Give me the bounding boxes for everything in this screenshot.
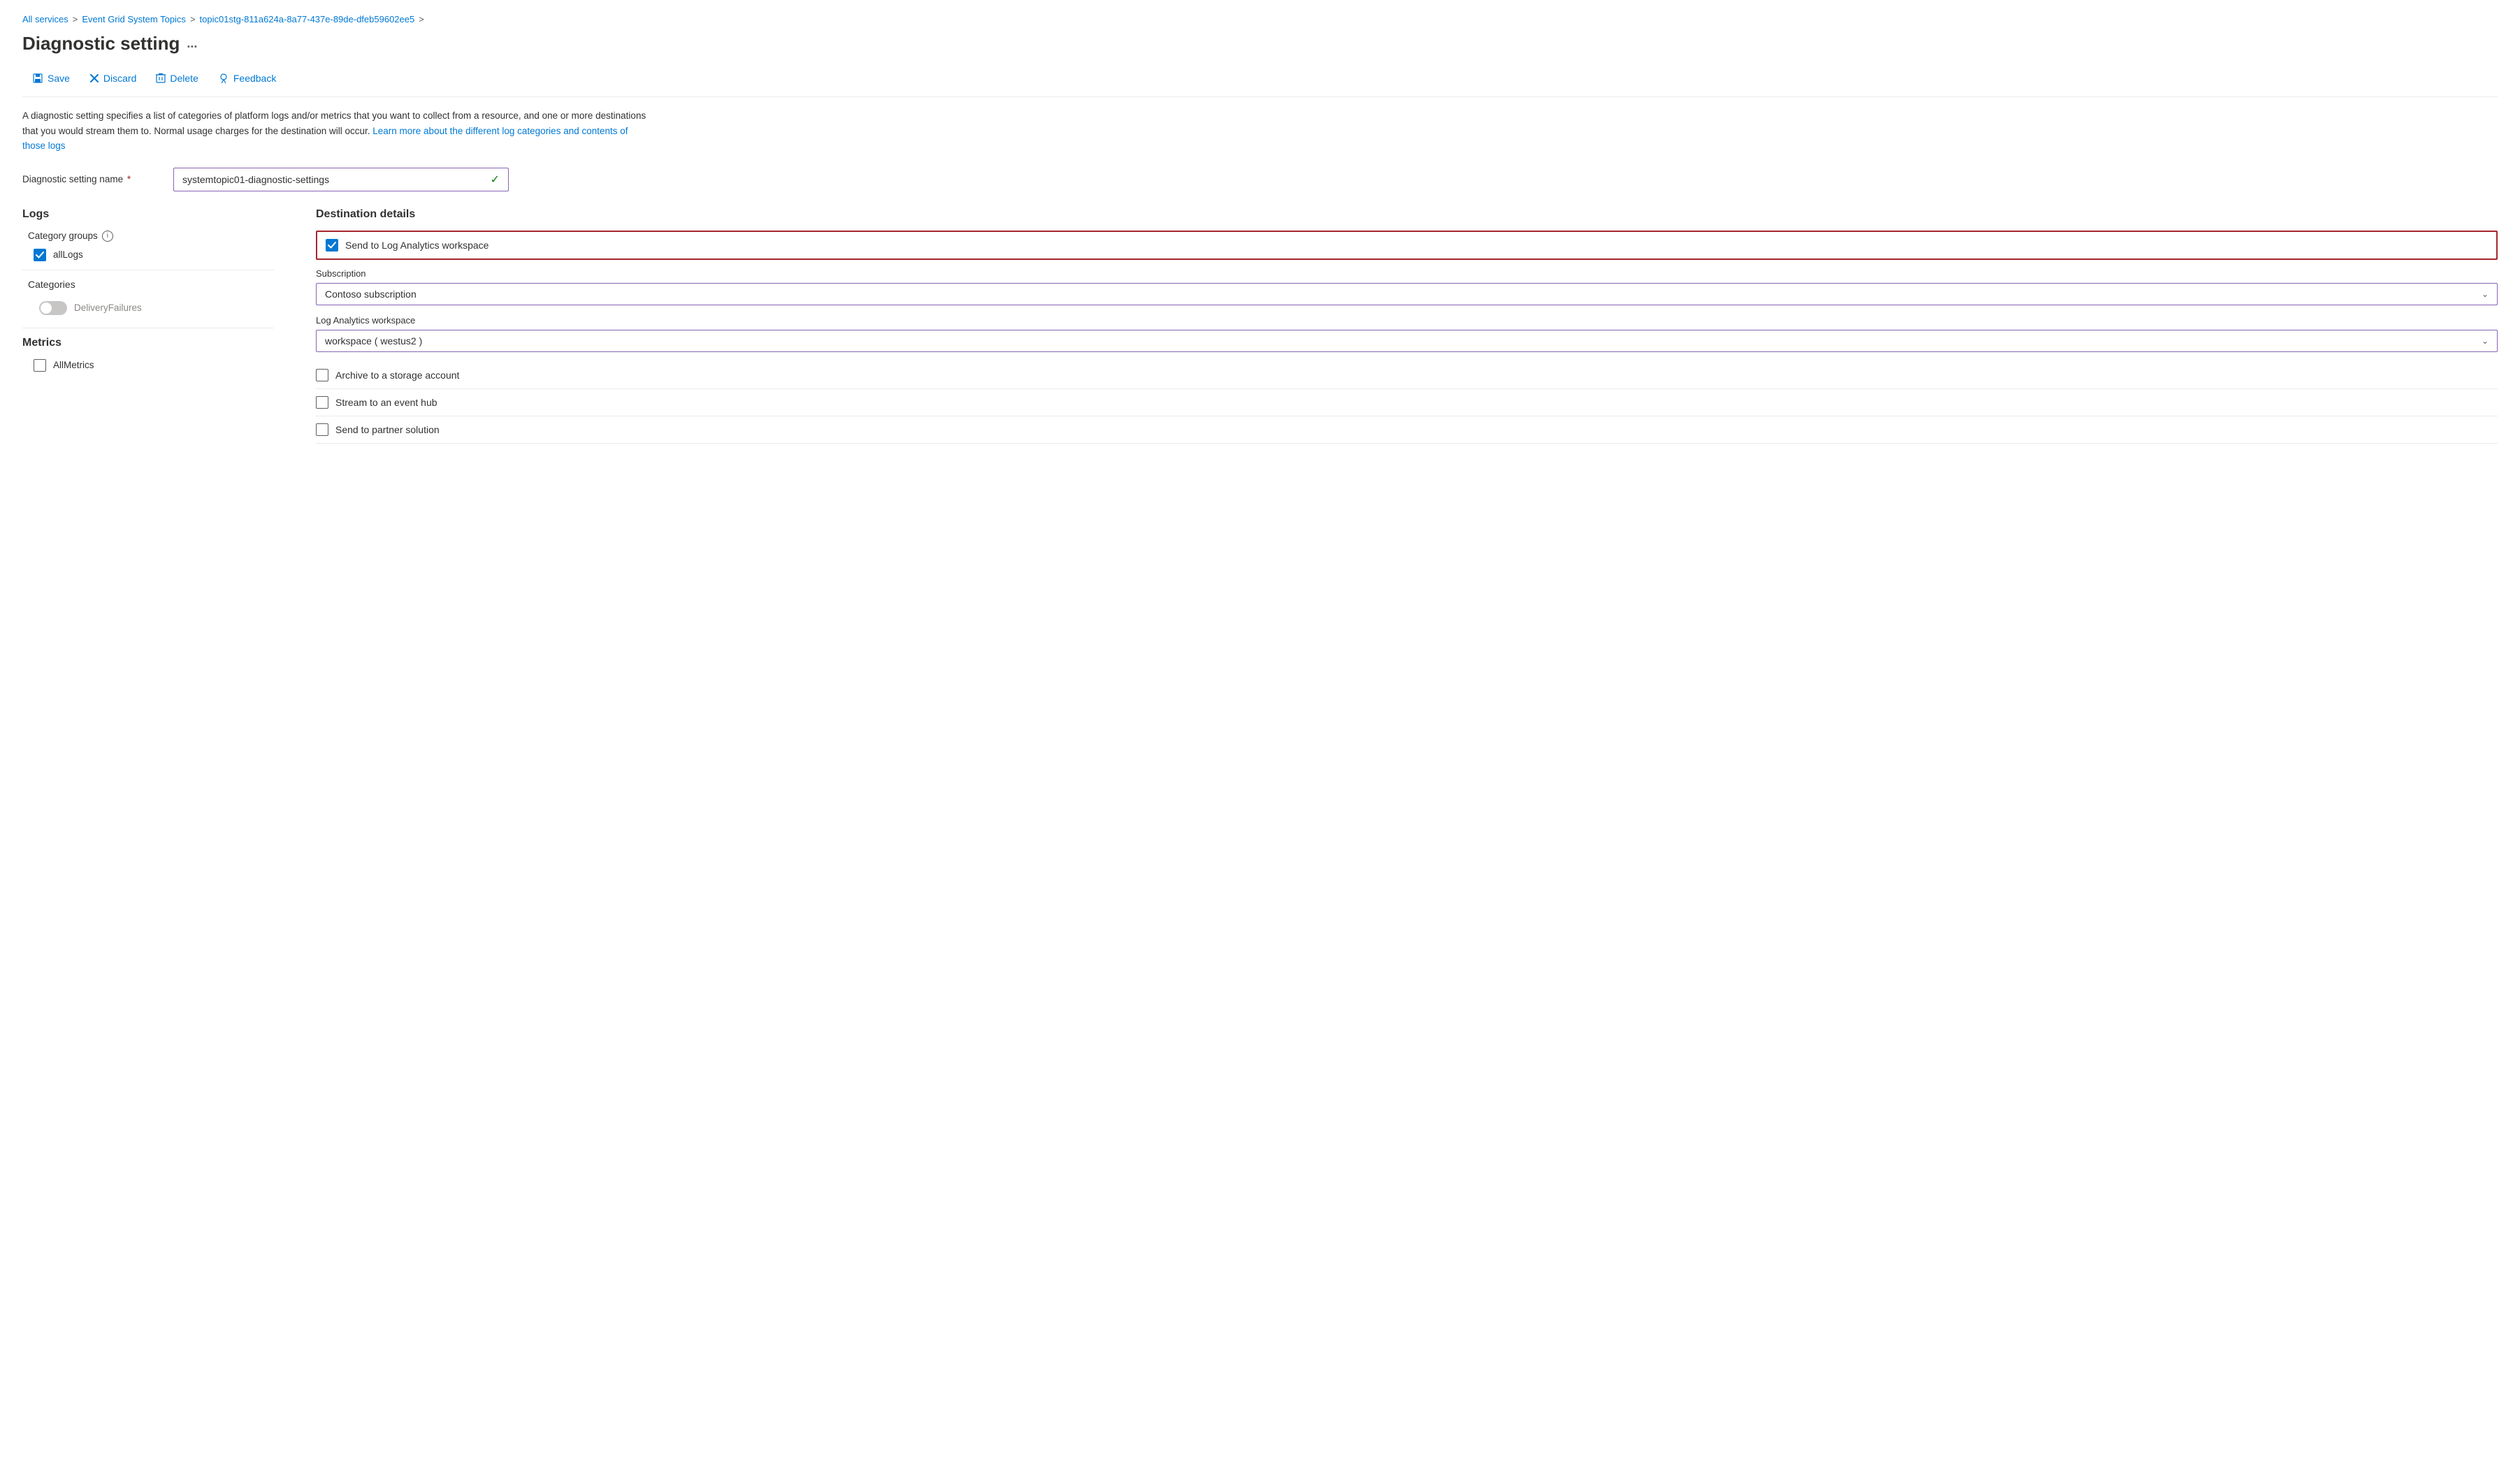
setting-name-input-container[interactable]: ✓ — [173, 168, 509, 191]
delete-label: Delete — [170, 73, 198, 84]
event-hub-checkbox[interactable] — [316, 396, 328, 409]
setting-name-row: Diagnostic setting name * ✓ — [22, 168, 2498, 191]
all-logs-row: allLogs — [34, 249, 274, 261]
delete-button[interactable]: Delete — [146, 68, 208, 88]
save-label: Save — [48, 73, 70, 84]
main-content: Logs Category groups i allLogs Categorie… — [22, 208, 2498, 444]
log-analytics-checkbox[interactable] — [326, 239, 338, 252]
discard-button[interactable]: Discard — [80, 68, 146, 88]
all-logs-label: allLogs — [53, 249, 83, 260]
archive-storage-label: Archive to a storage account — [335, 370, 459, 381]
category-groups-label: Category groups i — [28, 231, 274, 242]
breadcrumb-all-services[interactable]: All services — [22, 14, 68, 24]
save-button[interactable]: Save — [22, 68, 80, 88]
event-hub-label: Stream to an event hub — [335, 397, 437, 408]
delete-icon — [156, 73, 166, 84]
all-metrics-checkbox[interactable] — [34, 359, 46, 372]
all-logs-checkbox[interactable] — [34, 249, 46, 261]
log-analytics-fields: Subscription Contoso subscription ⌄ Log … — [316, 268, 2498, 352]
breadcrumb-sep-2: > — [190, 14, 196, 24]
metrics-section-title: Metrics — [22, 337, 274, 349]
delivery-failures-label: DeliveryFailures — [74, 303, 142, 313]
workspace-label: Log Analytics workspace — [316, 315, 2498, 326]
workspace-value: workspace ( westus2 ) — [325, 335, 422, 347]
breadcrumb-event-grid[interactable]: Event Grid System Topics — [82, 14, 186, 24]
destination-header: Destination details — [316, 208, 2498, 221]
log-analytics-row: Send to Log Analytics workspace — [316, 231, 2498, 260]
feedback-icon — [218, 73, 229, 84]
categories-label: Categories — [28, 279, 274, 290]
right-panel: Destination details Send to Log Analytic… — [316, 208, 2498, 444]
breadcrumb-sep-3: > — [419, 14, 424, 24]
discard-icon — [89, 73, 99, 83]
delivery-failures-toggle[interactable] — [39, 301, 67, 315]
save-icon — [32, 73, 43, 84]
left-panel: Logs Category groups i allLogs Categorie… — [22, 208, 274, 379]
setting-name-input[interactable] — [182, 174, 491, 185]
required-marker: * — [124, 174, 131, 184]
partner-solution-label: Send to partner solution — [335, 424, 440, 435]
description-text: A diagnostic setting specifies a list of… — [22, 108, 651, 154]
event-hub-row: Stream to an event hub — [316, 389, 2498, 416]
archive-storage-row: Archive to a storage account — [316, 362, 2498, 389]
log-analytics-label: Send to Log Analytics workspace — [345, 240, 488, 251]
archive-storage-checkbox[interactable] — [316, 369, 328, 381]
partner-solution-checkbox[interactable] — [316, 423, 328, 436]
workspace-dropdown[interactable]: workspace ( westus2 ) ⌄ — [316, 330, 2498, 352]
delivery-failures-row: DeliveryFailures — [39, 297, 274, 319]
setting-name-label: Diagnostic setting name * — [22, 174, 162, 184]
all-metrics-row: AllMetrics — [34, 359, 274, 372]
breadcrumb-sep-1: > — [73, 14, 78, 24]
breadcrumb-topic[interactable]: topic01stg-811a624a-8a77-437e-89de-dfeb5… — [200, 14, 415, 24]
logs-section-title: Logs — [22, 208, 274, 221]
breadcrumb: All services > Event Grid System Topics … — [22, 14, 2498, 24]
subscription-label: Subscription — [316, 268, 2498, 279]
page-title-container: Diagnostic setting ... — [22, 33, 2498, 54]
category-groups-info-icon[interactable]: i — [102, 231, 113, 242]
partner-solution-row: Send to partner solution — [316, 416, 2498, 444]
toolbar: Save Discard Delete — [22, 68, 2498, 97]
feedback-label: Feedback — [233, 73, 276, 84]
workspace-dropdown-arrow: ⌄ — [2482, 336, 2489, 346]
subscription-dropdown[interactable]: Contoso subscription ⌄ — [316, 283, 2498, 305]
all-metrics-label: AllMetrics — [53, 360, 94, 370]
subscription-value: Contoso subscription — [325, 289, 417, 300]
subscription-dropdown-arrow: ⌄ — [2482, 289, 2489, 299]
title-ellipsis[interactable]: ... — [187, 36, 197, 51]
discard-label: Discard — [103, 73, 136, 84]
feedback-button[interactable]: Feedback — [208, 68, 286, 88]
page-title: Diagnostic setting — [22, 33, 180, 54]
valid-checkmark-icon: ✓ — [491, 173, 500, 187]
